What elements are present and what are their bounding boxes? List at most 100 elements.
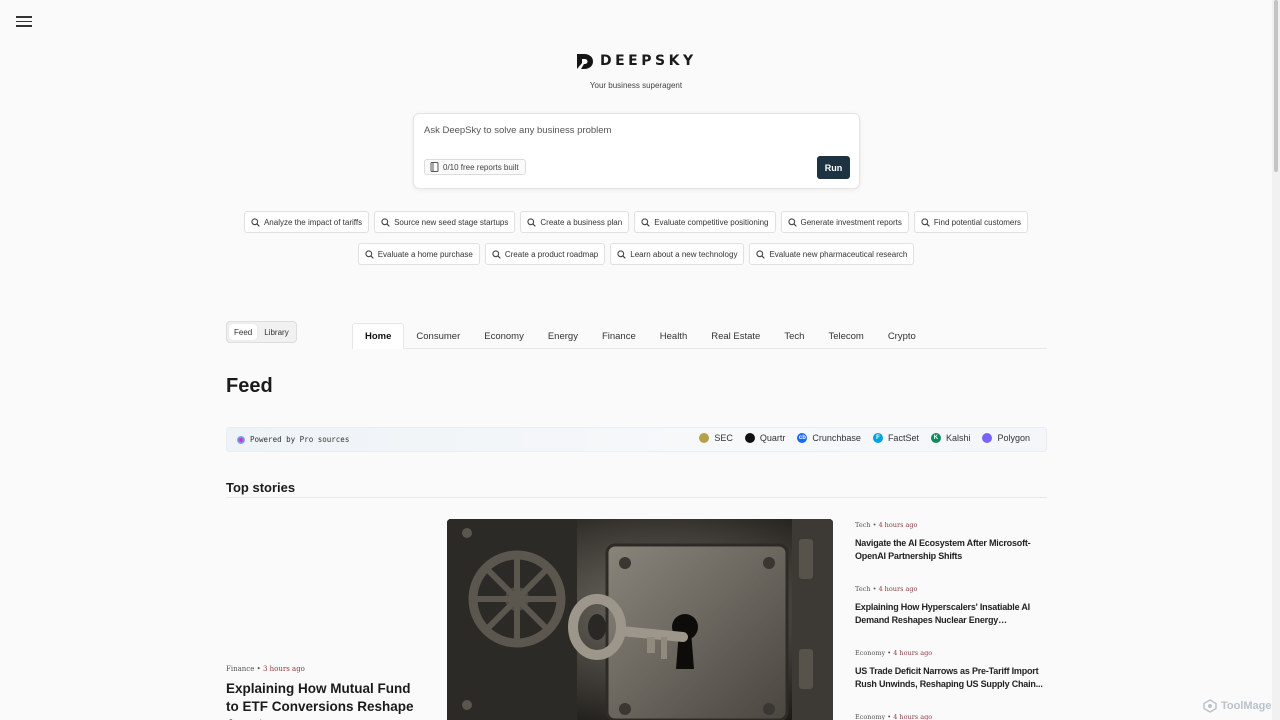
side-story-headline[interactable]: US Trade Deficit Narrows as Pre-Tariff I… (855, 665, 1047, 691)
suggestion-chip-label: Evaluate competitive positioning (654, 217, 769, 227)
section-divider (226, 497, 1047, 498)
suggestion-chip[interactable]: Create a business plan (520, 211, 630, 233)
source-factset: F FactSet (872, 433, 919, 443)
search-icon (251, 217, 260, 227)
suggestion-chip[interactable]: Generate investment reports (780, 211, 909, 233)
tab-energy[interactable]: Energy (536, 323, 590, 349)
hamburger-menu-icon[interactable] (16, 13, 32, 29)
source-sec: SEC (699, 433, 733, 443)
vault-key-illustration (447, 519, 833, 720)
tab-tech[interactable]: Tech (772, 323, 816, 349)
source-crunchbase: cb Crunchbase (797, 433, 861, 443)
quartr-icon (744, 433, 755, 443)
tab-consumer[interactable]: Consumer (404, 323, 472, 349)
side-story-headline[interactable]: Navigate the AI Ecosystem After Microsof… (855, 537, 1047, 563)
tab-economy[interactable]: Economy (472, 323, 536, 349)
brand-logo: DEEPSKY (576, 52, 697, 70)
suggestion-row-2: Evaluate a home purchase Create a product… (0, 243, 1272, 265)
suggestion-chip[interactable]: Create a product roadmap (484, 243, 606, 265)
side-story[interactable]: Economy • 4 hours ago (855, 713, 1047, 720)
polygon-icon (982, 433, 993, 443)
tab-health[interactable]: Health (648, 323, 699, 349)
suggestion-chip[interactable]: Evaluate a home purchase (357, 243, 480, 265)
suggestion-chip-label: Generate investment reports (800, 217, 902, 227)
deepsky-logo-icon (577, 53, 593, 69)
view-toggle: Feed Library (226, 321, 297, 343)
category-tabs: Home Consumer Economy Energy Finance Health Re… (352, 323, 1047, 349)
brand-name: DEEPSKY (600, 53, 697, 69)
side-story-meta: Tech • 4 hours ago (855, 585, 918, 593)
brand-tagline: Your business superagent (589, 81, 683, 90)
kalshi-icon: K (930, 433, 941, 443)
watermark-label: ToolMage (1221, 700, 1272, 712)
suggestion-chip-label: Analyze the impact of tariffs (263, 217, 363, 227)
source-label: Crunchbase (812, 433, 861, 443)
search-icon (527, 217, 537, 227)
sources-bar: Powered by Pro sources SEC Quartr cb Crunch… (226, 427, 1047, 452)
main-story-headline[interactable]: Explaining How Mutual Fund to ETF Conver… (226, 680, 426, 720)
search-icon (787, 217, 797, 227)
powered-by: Powered by Pro sources (237, 435, 349, 444)
suggestion-chip[interactable]: Source new seed stage startups (374, 211, 516, 233)
side-story[interactable]: Tech • 4 hours ago Explaining How Hypersc… (855, 585, 1047, 627)
side-story-meta: Economy • 4 hours ago (855, 649, 933, 657)
toggle-library[interactable]: Library (259, 324, 293, 340)
side-story-category: Economy (855, 713, 886, 720)
source-label: Quartr (759, 433, 786, 443)
side-story-time: 4 hours ago (878, 585, 918, 593)
source-polygon: Polygon (982, 433, 1030, 443)
suggestion-chip[interactable]: Evaluate competitive positioning (634, 211, 776, 233)
side-story-headline[interactable]: Explaining How Hyperscalers' Insatiable … (855, 601, 1047, 627)
factset-icon: F (872, 433, 883, 443)
section-title: Top stories (226, 480, 296, 495)
side-story[interactable]: Tech • 4 hours ago Navigate the AI Ecosys… (855, 521, 1047, 563)
source-label: Polygon (997, 433, 1030, 443)
side-story[interactable]: Economy • 4 hours ago US Trade Deficit Na… (855, 649, 1047, 691)
suggestion-chip[interactable]: Find potential customers (913, 211, 1029, 233)
tab-home[interactable]: Home (352, 323, 405, 349)
ask-input[interactable] (424, 125, 844, 136)
source-kalshi: K Kalshi (930, 433, 970, 443)
side-story-meta: Tech • 4 hours ago (855, 521, 918, 529)
hero-image[interactable] (447, 519, 833, 720)
source-label: SEC (714, 433, 733, 443)
reports-badge-label: 0/10 free reports built (443, 162, 519, 172)
toggle-feed[interactable]: Feed (229, 324, 258, 340)
tab-finance[interactable]: Finance (590, 323, 648, 349)
main-story-time: 3 hours ago (262, 665, 305, 673)
suggestion-chip[interactable]: Learn about a new technology (610, 243, 745, 265)
source-list: SEC Quartr cb Crunchbase F FactSet K Kalshi Poly… (699, 433, 1030, 443)
pro-sources-icon (237, 435, 245, 444)
toolmage-watermark: ToolMage (1203, 699, 1272, 713)
reports-badge[interactable]: 0/10 free reports built (424, 159, 526, 175)
suggestion-chip-label: Evaluate new pharmaceutical research (769, 249, 908, 259)
report-book-icon (430, 162, 439, 172)
source-label: FactSet (887, 433, 919, 443)
crunchbase-icon: cb (797, 433, 808, 443)
page-title: Feed (226, 375, 273, 397)
suggestion-chip-label: Evaluate a home purchase (377, 249, 473, 259)
search-icon (492, 249, 501, 259)
scrollbar-thumb[interactable] (1274, 0, 1278, 172)
suggestion-chip[interactable]: Evaluate new pharmaceutical research (749, 243, 915, 265)
page-scrollbar[interactable] (1272, 0, 1280, 720)
toolmage-logo-icon (1203, 699, 1217, 713)
suggestion-chip-label: Learn about a new technology (630, 249, 738, 259)
main-story-category: Finance (226, 665, 255, 673)
tab-real-estate[interactable]: Real Estate (699, 323, 772, 349)
suggestion-chip-label: Create a business plan (540, 217, 623, 227)
ask-panel: 0/10 free reports built Run (413, 113, 860, 189)
suggestion-chip[interactable]: Analyze the impact of tariffs (243, 211, 370, 233)
run-button[interactable]: Run (817, 156, 850, 179)
tab-telecom[interactable]: Telecom (816, 323, 875, 349)
sec-seal-icon (699, 433, 710, 443)
side-story-time: 4 hours ago (893, 713, 933, 720)
search-icon (641, 217, 650, 227)
suggestion-chip-label: Create a product roadmap (504, 249, 599, 259)
search-icon (617, 249, 627, 259)
main-story-meta: Finance • 3 hours ago (226, 665, 305, 673)
side-story-category: Tech (855, 521, 871, 529)
suggestion-chip-label: Find potential customers (933, 217, 1022, 227)
powered-by-label: Powered by Pro sources (250, 435, 350, 444)
tab-crypto[interactable]: Crypto (876, 323, 928, 349)
